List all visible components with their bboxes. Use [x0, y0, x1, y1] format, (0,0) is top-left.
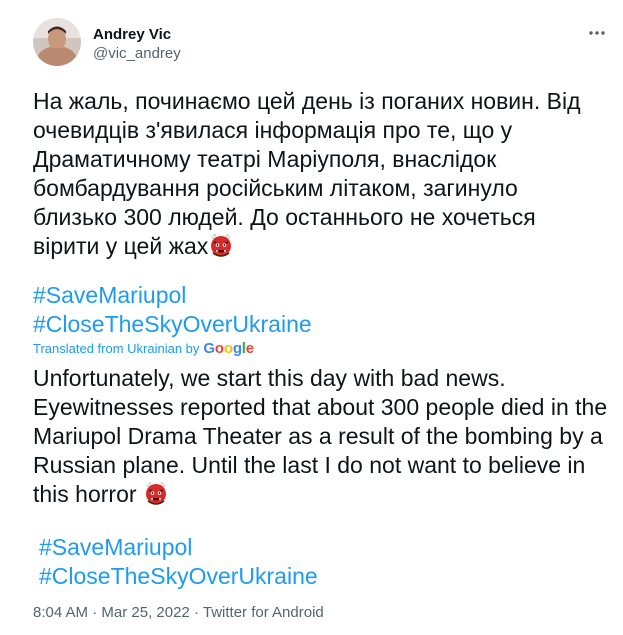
author-name[interactable]: Andrey Vic	[93, 25, 181, 44]
tweet-date[interactable]: Mar 25, 2022	[101, 604, 189, 621]
tweet-translated-text: Unfortunately, we start this day with ba…	[33, 364, 608, 509]
hashtag-savemariupol[interactable]: #SaveMariupol	[39, 533, 318, 562]
tweet-original-text: На жаль, починаємо цей день із поганих н…	[33, 87, 608, 261]
ogre-emoji	[145, 481, 166, 505]
hashtag-closetheskyoverukraine[interactable]: #CloseTheSkyOverUkraine	[39, 562, 318, 591]
original-text: На жаль, починаємо цей день із поганих н…	[33, 88, 581, 259]
translated-label: Translated from Ukrainian by	[33, 341, 200, 356]
hashtag-savemariupol[interactable]: #SaveMariupol	[33, 281, 312, 310]
meta-separator: ·	[92, 604, 98, 621]
tweet-source[interactable]: Twitter for Android	[203, 604, 324, 621]
google-logo: Google	[203, 340, 254, 357]
tweet-card: Andrey Vic @vic_andrey На жаль, починаєм…	[0, 0, 623, 635]
author-handle[interactable]: @vic_andrey	[93, 44, 181, 63]
avatar[interactable]	[33, 18, 81, 66]
tweet-metadata: 8:04 AM · Mar 25, 2022 · Twitter for And…	[33, 603, 324, 622]
meta-separator: ·	[193, 604, 199, 621]
avatar-photo	[33, 18, 81, 66]
more-options-icon[interactable]	[586, 22, 608, 44]
ogre-emoji	[211, 233, 232, 257]
translation-attribution[interactable]: Translated from Ukrainian by Google	[33, 340, 254, 357]
tweet-header: Andrey Vic @vic_andrey	[33, 18, 608, 68]
tweet-time[interactable]: 8:04 AM	[33, 604, 88, 621]
author-info: Andrey Vic @vic_andrey	[93, 25, 181, 63]
hashtag-closetheskyoverukraine[interactable]: #CloseTheSkyOverUkraine	[33, 310, 312, 339]
original-hashtags: #SaveMariupol #CloseTheSkyOverUkraine	[33, 281, 312, 339]
translated-hashtags: #SaveMariupol #CloseTheSkyOverUkraine	[39, 533, 318, 591]
translated-text: Unfortunately, we start this day with ba…	[33, 365, 608, 507]
